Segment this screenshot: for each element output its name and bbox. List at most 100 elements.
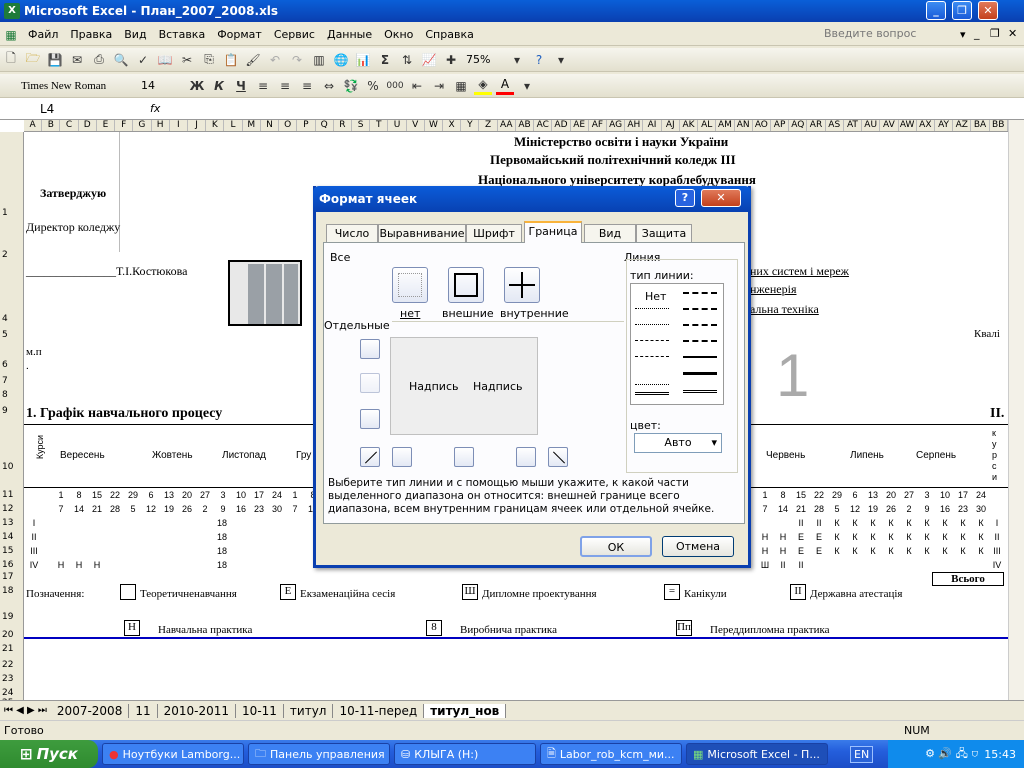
line-style-option[interactable] (683, 372, 717, 375)
autosum-icon[interactable]: Σ (376, 51, 394, 69)
copy-icon[interactable]: ⎘ (200, 51, 218, 69)
row-header[interactable]: 13 (0, 518, 24, 528)
font-color-icon[interactable]: A (496, 77, 514, 95)
row-header[interactable]: 8 (0, 390, 24, 400)
function-icon[interactable]: fx (150, 102, 160, 115)
column-header[interactable]: AO (753, 120, 771, 131)
tab-number[interactable]: Число (326, 224, 378, 243)
merge-center-icon[interactable]: ⇔ (320, 77, 338, 95)
column-header[interactable]: AK (680, 120, 699, 131)
column-header[interactable]: AL (698, 120, 717, 131)
column-header[interactable]: AZ (953, 120, 972, 131)
row-header[interactable]: 2 (0, 250, 24, 260)
column-header[interactable]: X (443, 120, 462, 131)
border-inside-horizontal-button[interactable] (360, 373, 380, 393)
row-header[interactable]: 19 (0, 612, 24, 622)
taskbar-item-control-panel[interactable]: 🗀 Панель управления (248, 743, 390, 765)
thousands-button[interactable]: 000 (386, 77, 404, 95)
column-header[interactable]: AM (716, 120, 735, 131)
sheet-tab[interactable]: 2007-2008 (51, 703, 130, 718)
help-dropdown-icon[interactable]: ▾ (960, 28, 966, 41)
print-icon[interactable]: ⎙ (90, 51, 108, 69)
menu-help[interactable]: Справка (419, 28, 479, 41)
align-right-icon[interactable]: ≡ (298, 77, 316, 95)
close-button[interactable]: ✕ (978, 1, 998, 20)
sheet-tab[interactable]: 2010-2011 (158, 703, 237, 718)
row-header[interactable]: 14 (0, 532, 24, 542)
currency-icon[interactable]: 💱 (342, 77, 360, 95)
format-painter-icon[interactable]: 🖌 (244, 51, 262, 69)
column-header[interactable]: AC (534, 120, 553, 131)
row-header[interactable]: 22 (0, 660, 24, 670)
line-style-option[interactable] (635, 324, 669, 325)
align-center-icon[interactable]: ≡ (276, 77, 294, 95)
row-header[interactable]: 6 (0, 360, 24, 370)
column-header[interactable]: B (42, 120, 61, 131)
line-style-option[interactable] (683, 390, 717, 393)
hyperlink-icon[interactable]: 🌐 (332, 51, 350, 69)
doc-restore-icon[interactable]: ❐ (990, 27, 1000, 40)
taskbar-item-excel[interactable]: ▦ Microsoft Excel - П... (686, 743, 828, 765)
new-icon[interactable]: 🗋 (2, 51, 20, 69)
line-style-option[interactable] (635, 384, 669, 385)
column-header[interactable]: I (170, 120, 188, 131)
column-header[interactable]: AP (771, 120, 790, 131)
color-dropdown[interactable]: Авто ▾ (634, 433, 722, 453)
dialog-close-button[interactable]: ✕ (701, 189, 741, 207)
column-header[interactable]: AW (899, 120, 917, 131)
column-header[interactable]: C (60, 120, 79, 131)
research-icon[interactable]: 📖 (156, 51, 174, 69)
tray-icons[interactable]: ⚙ 🔊 🖧 ⛉ (925, 745, 978, 764)
column-header[interactable]: T (370, 120, 389, 131)
name-box[interactable]: L4 (0, 102, 80, 116)
tab-patterns[interactable]: Вид (584, 224, 636, 243)
menu-tools[interactable]: Сервис (268, 28, 321, 41)
column-header[interactable]: AA (498, 120, 516, 131)
zoom-dropdown-icon[interactable]: ▾ (508, 51, 526, 69)
chart-wizard-icon[interactable]: 📊 (354, 51, 372, 69)
sort-icon[interactable]: ⇅ (398, 51, 416, 69)
column-header[interactable]: N (261, 120, 280, 131)
column-header[interactable]: Z (479, 120, 498, 131)
row-header[interactable]: 12 (0, 504, 24, 514)
dialog-help-button[interactable]: ? (675, 189, 695, 207)
column-header[interactable]: M (243, 120, 261, 131)
column-header[interactable]: W (425, 120, 444, 131)
border-top-button[interactable] (360, 339, 380, 359)
line-none-option[interactable]: Нет (645, 290, 666, 303)
column-header[interactable]: AR (807, 120, 826, 131)
tab-alignment[interactable]: Выравнивание (378, 224, 466, 243)
column-header[interactable]: L (224, 120, 243, 131)
menu-window[interactable]: Окно (378, 28, 419, 41)
column-header[interactable]: AG (607, 120, 626, 131)
menu-insert[interactable]: Вставка (153, 28, 212, 41)
column-header[interactable]: AY (935, 120, 954, 131)
sheet-tab[interactable]: 10-11 (236, 703, 284, 718)
line-style-list[interactable]: Нет (630, 283, 724, 405)
help-search-input[interactable]: Введите вопрос (824, 27, 916, 40)
selected-range[interactable] (228, 260, 302, 326)
row-header[interactable]: 9 (0, 406, 24, 416)
column-header[interactable]: A (24, 120, 43, 131)
line-style-option[interactable] (683, 308, 717, 310)
column-header[interactable]: E (97, 120, 116, 131)
row-header[interactable]: 17 (0, 572, 24, 582)
drawing-icon[interactable]: 📈 (420, 51, 438, 69)
line-style-option[interactable] (683, 356, 717, 358)
row-header[interactable]: 20 (0, 630, 24, 640)
fill-color-icon[interactable]: ◈ (474, 77, 492, 95)
cut-icon[interactable]: ✂ (178, 51, 196, 69)
sheet-tab[interactable]: 11 (129, 703, 158, 718)
taskbar-item-drive[interactable]: ⛁ КЛЫГА (H:) (394, 743, 536, 765)
tab-font[interactable]: Шрифт (466, 224, 522, 243)
line-style-option[interactable] (635, 308, 669, 309)
undo-icon[interactable]: ↶ (266, 51, 284, 69)
line-style-option[interactable] (683, 340, 717, 342)
toolbar-options-icon-2[interactable]: ▾ (518, 77, 536, 95)
row-header[interactable]: 21 (0, 644, 24, 654)
column-header[interactable]: AX (917, 120, 935, 131)
column-header[interactable]: AB (516, 120, 535, 131)
preset-outline-button[interactable] (448, 267, 484, 303)
align-left-icon[interactable]: ≡ (254, 77, 272, 95)
language-indicator[interactable]: EN (850, 746, 874, 763)
